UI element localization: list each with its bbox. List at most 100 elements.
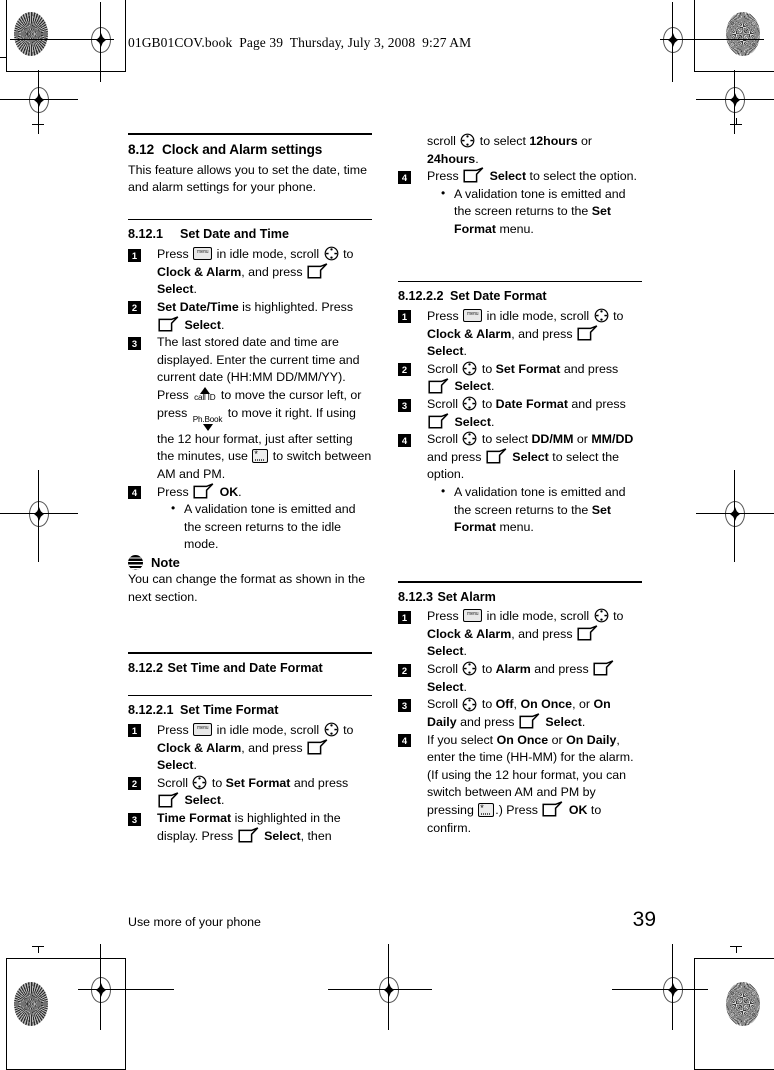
emphasised-term: Clock & Alarm <box>157 740 242 755</box>
tick-top-left-h <box>32 124 44 125</box>
instruction-step: 2 Set Date/Time is highlighted. Press Sel… <box>128 299 372 334</box>
step-text: Time Format is highlighted in the displa… <box>157 811 341 843</box>
subsection-title: Set Alarm <box>437 589 496 604</box>
scroll-key-icon <box>460 133 475 148</box>
step-number-badge: 1 <box>398 310 411 324</box>
tick-bottom-right-v <box>736 946 737 953</box>
subsection-number: 8.12.2.2 <box>398 289 444 304</box>
scroll-key-icon <box>324 722 339 737</box>
instruction-step: 1 Press menu in idle mode, scroll to Cloc… <box>128 722 372 775</box>
tick-top-left-v <box>38 118 39 125</box>
subsection-number: 8.12.1 <box>128 227 164 242</box>
menu-key-icon: menu <box>193 723 213 737</box>
screen-ruling-patch-top-left-b <box>14 12 48 56</box>
emphasised-term: DD/MM <box>531 432 574 447</box>
registration-mark-top-right <box>660 2 764 82</box>
step-number-badge: 3 <box>128 812 141 826</box>
step-bullet-list: A validation tone is emitted and the scr… <box>427 483 642 537</box>
soft-key-icon <box>519 713 540 729</box>
emphasised-term: Select <box>181 317 221 332</box>
star-key-icon: * <box>478 802 495 817</box>
instruction-step: 2 Scroll to Set Format and press Select. <box>398 361 642 396</box>
section-rule-8123 <box>398 580 642 583</box>
step-number-badge: 3 <box>398 698 411 712</box>
step-bullet-list: A validation tone is emitted and the scr… <box>427 185 642 239</box>
instruction-step: 1 Press menu in idle mode, scroll to Cloc… <box>398 608 642 661</box>
instruction-step: 1 Press menu in idle mode, scroll to Cloc… <box>128 246 372 299</box>
step-number-badge: 4 <box>398 170 411 184</box>
step-number-badge: 1 <box>398 610 411 624</box>
bullet-item: A validation tone is emitted and the scr… <box>440 185 642 239</box>
registration-mark-top-left <box>10 2 114 82</box>
soft-key-icon <box>577 625 598 641</box>
section-rule-81221 <box>128 694 372 697</box>
instruction-step: 4 If you select On Once or On Daily, ente… <box>398 732 642 838</box>
menu-key-icon: menu <box>463 609 483 623</box>
emphasised-term: 12hours <box>529 134 578 148</box>
note-callout-body: You can change the format as shown in th… <box>128 572 366 604</box>
subsection-title: Set Time and Date Format <box>167 660 323 675</box>
phonebook-key-icon: Ph.Book <box>193 415 223 431</box>
emphasised-term: Set Format <box>225 775 291 790</box>
section-heading-812: 8.12 Clock and Alarm settings <box>128 142 372 159</box>
subsection-heading-81221: 8.12.2.1 Set Time Format <box>128 703 372 719</box>
step-list-81221-continued: scroll to select 12hours or 24hours. 4 Pre… <box>398 133 642 239</box>
tick-bottom-left-h <box>32 946 44 947</box>
step-list-81221: 1 Press menu in idle mode, scroll to Cloc… <box>128 722 372 845</box>
step-list-81222: 1 Press menu in idle mode, scroll to Cloc… <box>398 308 642 537</box>
registration-mark-bottom-left <box>78 944 174 1030</box>
soft-key-icon <box>307 263 328 279</box>
tick-top-right-v <box>736 118 737 125</box>
emphasised-term: Select <box>451 379 491 394</box>
step-number-badge: 2 <box>398 363 411 377</box>
step-text: Press menu in idle mode, scroll to Clock… <box>427 308 624 359</box>
subsection-number: 8.12.3 <box>398 589 434 604</box>
step-number-badge: 2 <box>128 777 141 791</box>
tick-top-right-h <box>730 124 742 125</box>
instruction-step: 2 Scroll to Alarm and press Select. <box>398 660 642 696</box>
crop-rule-left-top-v <box>61 0 62 58</box>
right-column: scroll to select 12hours or 24hours. 4 Pre… <box>398 133 642 845</box>
emphasised-term: Select <box>508 449 549 464</box>
subsection-title: Set Date Format <box>450 289 547 304</box>
subsection-heading-8123: 8.12.3 Set Alarm <box>398 590 642 606</box>
section-rule-8121 <box>128 218 372 221</box>
step-number-badge: 4 <box>398 433 411 447</box>
subsection-title: Set Time Format <box>180 703 279 718</box>
color-patch-top-left-inner <box>6 0 126 72</box>
emphasised-term: Select <box>157 282 194 297</box>
instruction-step: 3 Scroll to Date Format and press Select. <box>398 396 642 431</box>
crop-rule-left-top <box>0 57 62 58</box>
emphasised-term: Date Format <box>495 397 568 412</box>
page-footer: Use more of your phone 39 <box>128 908 656 932</box>
step-bullet-list: A validation tone is emitted and the scr… <box>157 500 372 554</box>
subsection-number: 8.12.2 <box>128 660 164 675</box>
registration-mark-left-upper <box>0 70 78 134</box>
instruction-step: 2 Scroll to Set Format and press Select. <box>128 775 372 810</box>
emphasised-term: Alarm <box>495 662 531 677</box>
screen-ruling-patch-bottom-left <box>14 982 48 1026</box>
bullet-item: A validation tone is emitted and the scr… <box>440 483 642 537</box>
instruction-step: 4 Press OK.A validation tone is emitted a… <box>128 483 372 554</box>
registration-mark-right-middle <box>696 470 774 562</box>
soft-key-icon <box>463 167 484 183</box>
step-text: The last stored date and time are displa… <box>157 335 372 482</box>
emphasised-term: Select <box>486 169 527 184</box>
step-number-badge: 2 <box>128 301 141 315</box>
star-key-icon: * <box>252 449 269 464</box>
step-number-badge: 1 <box>128 724 141 738</box>
screen-ruling-patch-top-left <box>12 10 48 56</box>
emphasised-term: Set Format <box>495 361 561 376</box>
emphasised-term: Set Date/Time <box>157 299 239 314</box>
step-text: Press OK. <box>157 483 242 499</box>
instruction-step: 4 Scroll to select DD/MM or MM/DD and pre… <box>398 431 642 537</box>
soft-key-icon <box>158 791 179 808</box>
scroll-key-icon <box>594 308 609 323</box>
registration-mark-bottom-right <box>612 944 708 1030</box>
bullet-item: A validation tone is emitted and the scr… <box>170 500 372 554</box>
emphasised-term: Select <box>427 679 464 694</box>
instruction-step: 3 Scroll to Off, On Once, or On Daily and… <box>398 696 642 731</box>
subsection-heading-8122: 8.12.2 Set Time and Date Format <box>128 661 372 677</box>
note-icon <box>128 555 143 571</box>
instruction-step: 3 The last stored date and time are displ… <box>128 334 372 483</box>
